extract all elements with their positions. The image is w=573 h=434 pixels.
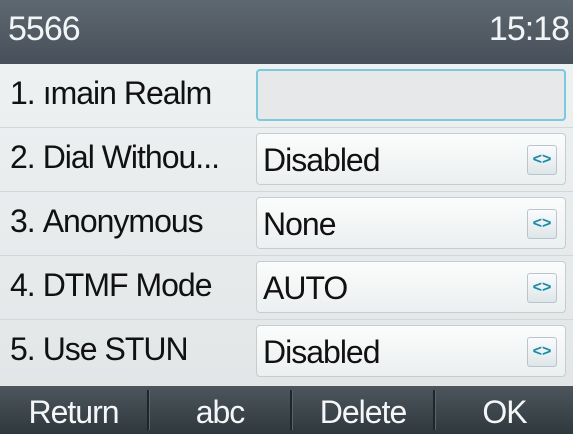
use-stun-select[interactable]: Disabled <>: [256, 325, 566, 377]
left-right-arrows-icon[interactable]: <>: [527, 337, 557, 367]
select-value: None: [263, 206, 336, 242]
left-right-arrows-icon[interactable]: <>: [527, 273, 557, 303]
account-label: 5566: [8, 10, 81, 48]
clock-time: 15:18: [488, 10, 570, 48]
domain-realm-input[interactable]: [256, 69, 566, 121]
setting-row-dial-without-reg[interactable]: 2. Dial Withou... Disabled <>: [0, 128, 573, 192]
dtmf-mode-select[interactable]: AUTO <>: [256, 261, 566, 313]
status-bar: 5566 15:18: [0, 0, 573, 64]
row-number: 5.: [10, 331, 36, 367]
setting-label: 3. Anonymous: [10, 203, 250, 240]
softkey-bar: Return abc Delete OK: [0, 386, 573, 434]
setting-label: 5. Use STUN: [10, 331, 250, 368]
anonymous-select[interactable]: None <>: [256, 197, 566, 249]
settings-list: 1. ımain Realm 2. Dial Withou... Disabled …: [0, 64, 573, 386]
left-right-arrows-icon[interactable]: <>: [527, 145, 557, 175]
row-number: 4.: [10, 267, 36, 303]
row-label-text: DTMF Mode: [42, 267, 213, 303]
setting-row-dtmf-mode[interactable]: 4. DTMF Mode AUTO <>: [0, 256, 573, 320]
setting-label: 1. ımain Realm: [10, 75, 250, 112]
row-label-text: Dial Withou...: [42, 139, 220, 175]
return-button[interactable]: Return: [0, 386, 147, 434]
delete-button[interactable]: Delete: [293, 386, 433, 434]
row-number: 2.: [10, 139, 36, 175]
left-right-arrows-icon[interactable]: <>: [527, 209, 557, 239]
setting-label: 4. DTMF Mode: [10, 267, 250, 304]
row-label-text: Use STUN: [42, 331, 189, 367]
select-value: AUTO: [263, 270, 348, 306]
setting-row-domain-realm[interactable]: 1. ımain Realm: [0, 64, 573, 128]
row-number: 1.: [10, 75, 36, 111]
abc-input-mode-button[interactable]: abc: [150, 386, 290, 434]
setting-label: 2. Dial Withou...: [10, 139, 250, 176]
row-label-text: ımain Realm: [42, 75, 213, 111]
ok-button[interactable]: OK: [436, 386, 573, 434]
phone-screen: 5566 15:18 1. ımain Realm 2. Dial Withou..…: [0, 0, 573, 434]
row-number: 3.: [10, 203, 36, 239]
row-label-text: Anonymous: [42, 203, 204, 239]
setting-row-anonymous[interactable]: 3. Anonymous None <>: [0, 192, 573, 256]
select-value: Disabled: [263, 334, 381, 370]
setting-row-use-stun[interactable]: 5. Use STUN Disabled <>: [0, 320, 573, 384]
dial-without-reg-select[interactable]: Disabled <>: [256, 133, 566, 185]
select-value: Disabled: [263, 142, 381, 178]
